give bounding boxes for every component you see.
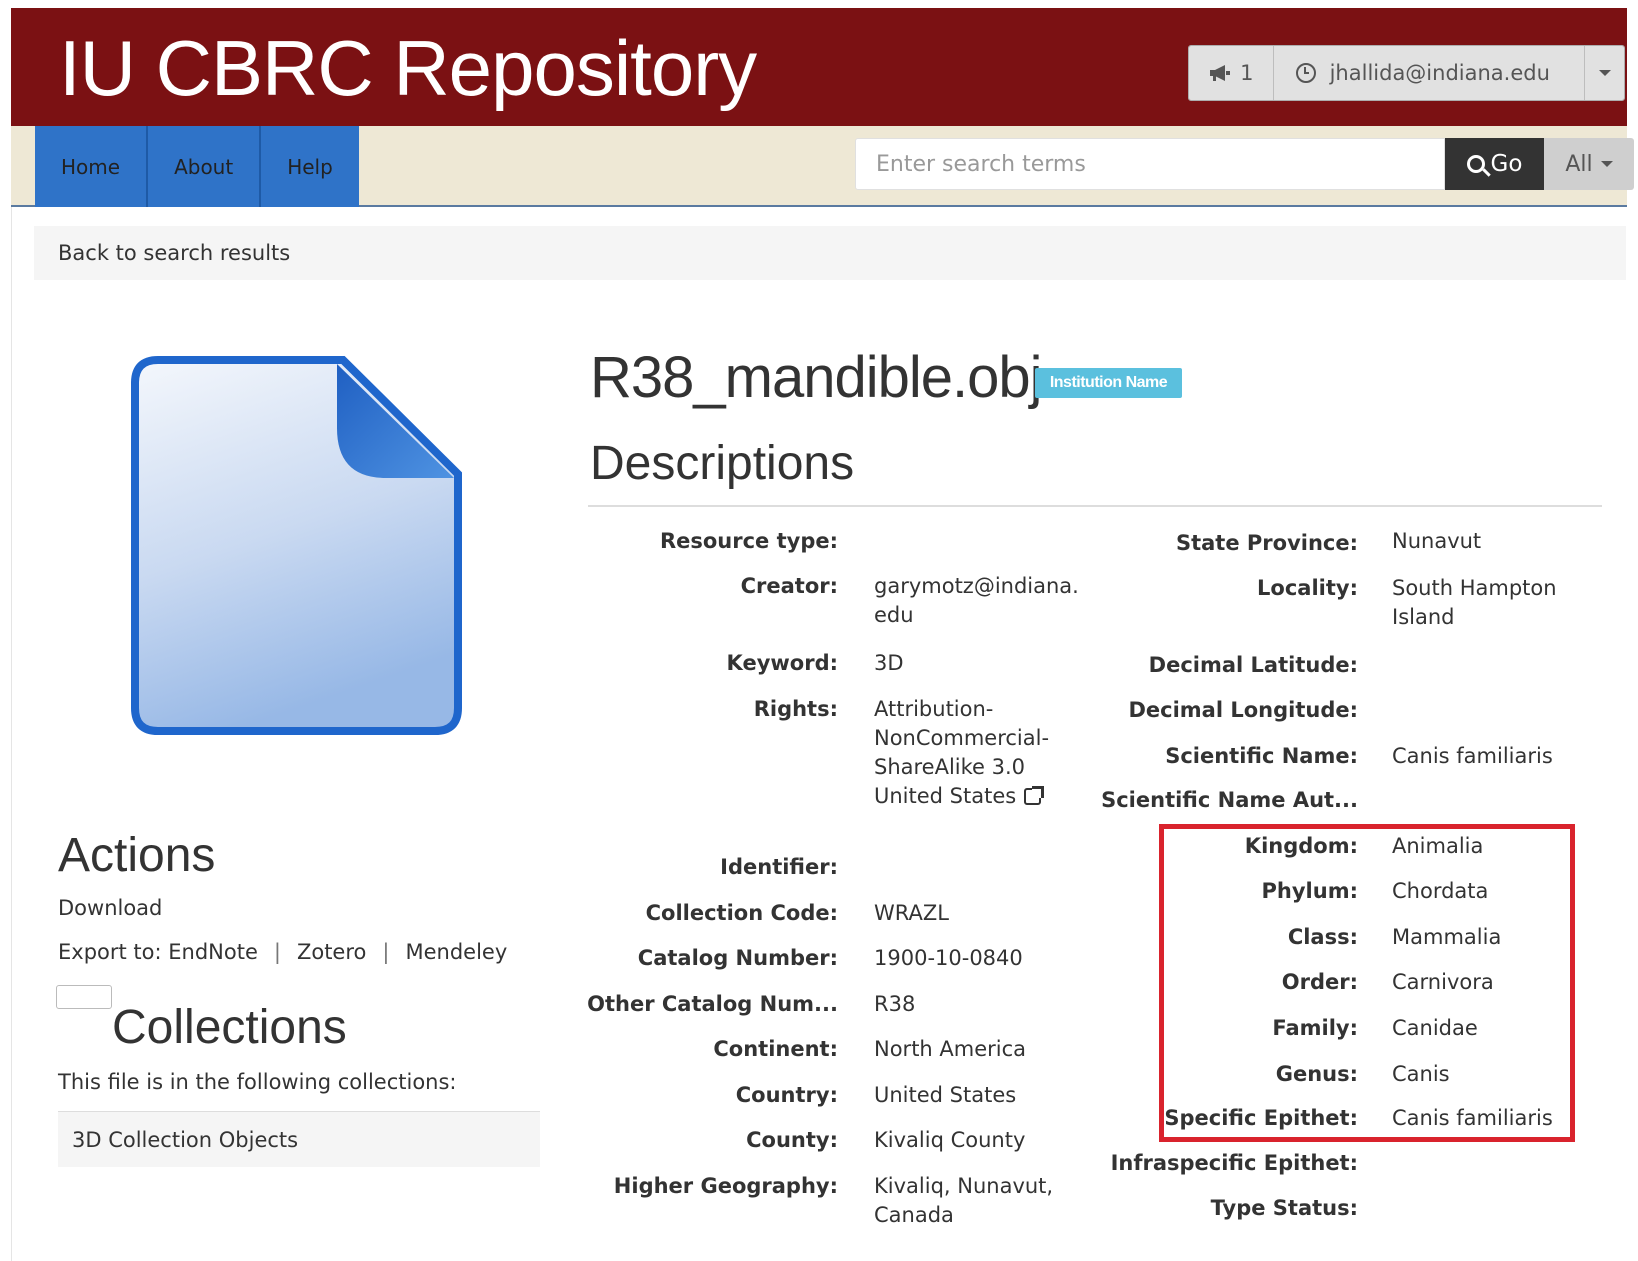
clock-icon	[1295, 63, 1316, 83]
file-thumbnail[interactable]	[128, 356, 480, 754]
field-label-scientific-name-author: Scientific Name Aut...	[1101, 788, 1358, 812]
site-header: IU CBRC Repository 1 jhallida@indiana.ed…	[11, 8, 1627, 126]
field-label-locality: Locality:	[1257, 576, 1358, 600]
rights-link[interactable]: Attribution- NonCommercial- ShareAlike 3…	[874, 697, 1049, 808]
notifications-button[interactable]: 1	[1189, 46, 1274, 100]
field-value-rights[interactable]: Attribution- NonCommercial- ShareAlike 3…	[874, 695, 1094, 811]
external-link-icon	[1024, 786, 1045, 805]
field-value-scientific-name[interactable]: Canis familiaris	[1392, 742, 1553, 771]
export-prefix: Export to:	[58, 940, 162, 964]
field-label-resource-type: Resource type:	[659, 529, 838, 553]
user-account-button[interactable]: jhallida@indiana.edu	[1273, 46, 1586, 100]
search-icon	[1466, 155, 1485, 173]
nav-tabs: Home About Help	[35, 126, 359, 207]
nav-help[interactable]: Help	[261, 126, 359, 207]
field-value-catalog-number[interactable]: 1900-10-0840	[874, 944, 1023, 973]
taxonomy-highlight-box	[1159, 824, 1575, 1142]
field-label-decimal-latitude: Decimal Latitude:	[1148, 653, 1358, 677]
collection-link[interactable]: 3D Collection Objects	[72, 1128, 298, 1152]
field-label-rights: Rights:	[753, 697, 838, 721]
actions-heading: Actions	[58, 829, 216, 882]
export-endnote-link[interactable]: EndNote	[168, 940, 258, 964]
field-label-higher-geography: Higher Geography:	[613, 1174, 838, 1198]
file-title: R38_mandible.obj	[590, 345, 1043, 410]
field-label-catalog-number: Catalog Number:	[637, 946, 838, 970]
field-value-locality[interactable]: South Hampton Island	[1392, 574, 1612, 632]
field-label-creator: Creator:	[740, 574, 838, 598]
page-divider	[11, 207, 12, 1261]
nav-about[interactable]: About	[148, 126, 262, 207]
download-link[interactable]: Download	[58, 896, 162, 920]
export-zotero-link[interactable]: Zotero	[297, 940, 366, 964]
field-label-identifier: Identifier:	[720, 855, 838, 879]
collections-icon	[56, 985, 112, 1009]
field-value-continent[interactable]: North America	[874, 1035, 1026, 1064]
field-label-country: Country:	[735, 1083, 838, 1107]
field-label-decimal-longitude: Decimal Longitude:	[1128, 698, 1358, 722]
field-label-county: County:	[746, 1128, 838, 1152]
megaphone-icon	[1210, 65, 1231, 81]
field-label-collection-code: Collection Code:	[645, 901, 838, 925]
export-separator: |	[382, 940, 390, 964]
field-label-state-province: State Province:	[1175, 531, 1358, 555]
field-label-keyword: Keyword:	[726, 651, 838, 675]
user-button-group: 1 jhallida@indiana.edu	[1188, 45, 1625, 101]
collection-item: 3D Collection Objects	[58, 1111, 540, 1167]
field-label-scientific-name: Scientific Name:	[1165, 744, 1358, 768]
field-value-country[interactable]: United States	[874, 1081, 1016, 1110]
search-placeholder: Enter search terms	[876, 151, 1086, 177]
field-value-county[interactable]: Kivaliq County	[874, 1126, 1025, 1155]
search-scope-label: All	[1565, 151, 1593, 177]
field-value-collection-code[interactable]: WRAZL	[874, 899, 949, 928]
site-brand[interactable]: IU CBRC Repository	[59, 24, 757, 112]
descriptions-divider	[588, 505, 1602, 507]
institution-badge: Institution Name	[1035, 368, 1182, 398]
main-navbar: Home About Help Enter search terms Go Al…	[11, 126, 1634, 207]
field-label-infraspecific-epithet: Infraspecific Epithet:	[1110, 1151, 1358, 1175]
field-label-other-catalog-num: Other Catalog Num...	[587, 992, 838, 1016]
search-input[interactable]: Enter search terms	[855, 138, 1445, 190]
descriptions-heading: Descriptions	[590, 437, 855, 490]
field-value-higher-geography[interactable]: Kivaliq, Nunavut, Canada	[874, 1172, 1094, 1230]
back-to-results-link[interactable]: Back to search results	[58, 241, 290, 265]
caret-down-icon	[1600, 161, 1613, 167]
field-value-keyword[interactable]: 3D	[874, 649, 904, 678]
field-label-continent: Continent:	[713, 1037, 838, 1061]
search-scope-dropdown[interactable]: All	[1544, 138, 1634, 190]
field-value-state-province[interactable]: Nunavut	[1392, 527, 1481, 556]
field-label-type-status: Type Status:	[1210, 1196, 1358, 1220]
go-label: Go	[1490, 151, 1523, 177]
export-mendeley-link[interactable]: Mendeley	[405, 940, 507, 964]
field-value-other-catalog-num[interactable]: R38	[874, 990, 915, 1019]
nav-home[interactable]: Home	[35, 126, 149, 207]
user-email: jhallida@indiana.edu	[1329, 61, 1550, 85]
notifications-count: 1	[1240, 61, 1254, 85]
user-menu-toggle[interactable]	[1585, 46, 1624, 100]
export-options: Export to: EndNote | Zotero | Mendeley	[58, 940, 507, 964]
export-separator: |	[273, 940, 281, 964]
caret-down-icon	[1598, 70, 1611, 76]
collections-intro: This file is in the following collection…	[58, 1070, 457, 1094]
breadcrumb: Back to search results	[34, 226, 1626, 280]
collections-heading: Collections	[112, 1001, 347, 1054]
field-value-creator[interactable]: garymotz@indiana. edu	[874, 572, 1094, 630]
search-go-button[interactable]: Go	[1445, 138, 1544, 190]
